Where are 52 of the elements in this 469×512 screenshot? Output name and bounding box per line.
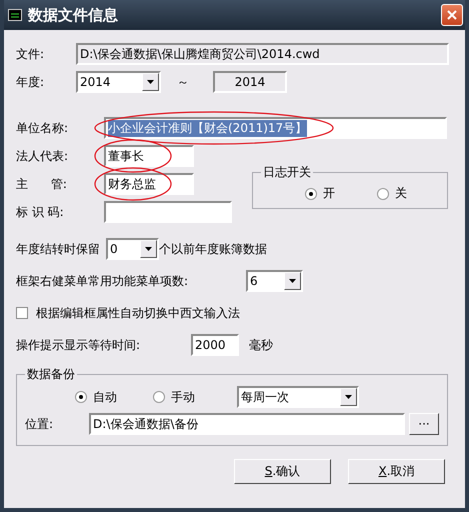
radio-option[interactable]: 开: [305, 185, 335, 202]
close-button[interactable]: [441, 4, 463, 26]
count-dropdown[interactable]: 0: [106, 238, 159, 260]
delay-field[interactable]: 2000: [191, 334, 239, 356]
field-label: 位置:: [25, 416, 54, 432]
field-label: 年度结转时保留: [16, 240, 100, 258]
field-label: 文件:: [16, 46, 46, 62]
field-label: 标 识 码:: [16, 204, 65, 220]
text-field[interactable]: 财务总监: [104, 173, 194, 195]
text-field[interactable]: 小企业会计准则【财会(2011)17号】: [104, 117, 447, 139]
range-separator: ～: [177, 74, 189, 90]
radio-option[interactable]: 自动: [75, 388, 153, 406]
text-field[interactable]: 董事长: [104, 145, 194, 167]
dropdown-arrow-icon: [345, 395, 352, 399]
unit-label: 毫秒: [249, 336, 273, 354]
radio-button[interactable]: [377, 188, 389, 200]
group-title: 数据备份: [26, 366, 76, 383]
menu-count-dropdown[interactable]: 6: [246, 270, 303, 292]
dropdown-button[interactable]: [140, 240, 157, 258]
field-label: 主 管:: [16, 176, 68, 192]
field-label: 操作提示显示等待时间:: [16, 336, 142, 354]
checkbox[interactable]: [16, 307, 28, 319]
location-field[interactable]: D:\保会通数据\备份: [89, 413, 405, 435]
window-title: 数据文件信息: [28, 6, 118, 24]
dropdown-arrow-icon: [147, 80, 154, 84]
radio-option[interactable]: 关: [377, 185, 407, 202]
checkbox-label: 根据编辑框属性自动切换中西文输入法: [36, 304, 240, 322]
dropdown-button[interactable]: [340, 388, 357, 406]
app-icon: [8, 9, 22, 21]
dropdown-arrow-icon: [145, 247, 152, 251]
field-label: 单位名称:: [16, 120, 70, 136]
dropdown-arrow-icon: [289, 279, 296, 283]
radio-button[interactable]: [305, 188, 317, 200]
end-year-field: 2014: [213, 71, 287, 93]
year-dropdown[interactable]: 2014: [76, 71, 161, 93]
dropdown-button[interactable]: [284, 272, 301, 290]
radio-option[interactable]: 手动: [153, 388, 237, 406]
close-icon: [447, 10, 457, 20]
file-path-field: D:\保会通数据\保山腾煌商贸公司\2014.cwd: [76, 43, 449, 65]
dropdown-button[interactable]: [142, 73, 159, 91]
radio-button[interactable]: [153, 391, 165, 403]
field-label: 框架右健菜单常用功能菜单项数:: [16, 272, 190, 290]
field-label: 法人代表:: [16, 148, 70, 164]
field-label: 年度:: [16, 74, 46, 90]
text-field[interactable]: [104, 201, 232, 223]
radio-button[interactable]: [75, 391, 87, 403]
dialog-button[interactable]: X.取消: [348, 458, 445, 484]
frequency-dropdown[interactable]: 每周一次: [237, 386, 359, 408]
dialog-button[interactable]: S.确认: [234, 458, 331, 484]
group-title: 日志开关: [262, 164, 312, 181]
field-label: 个以前年度账簿数据: [159, 240, 267, 258]
browse-button[interactable]: ···: [409, 413, 439, 435]
